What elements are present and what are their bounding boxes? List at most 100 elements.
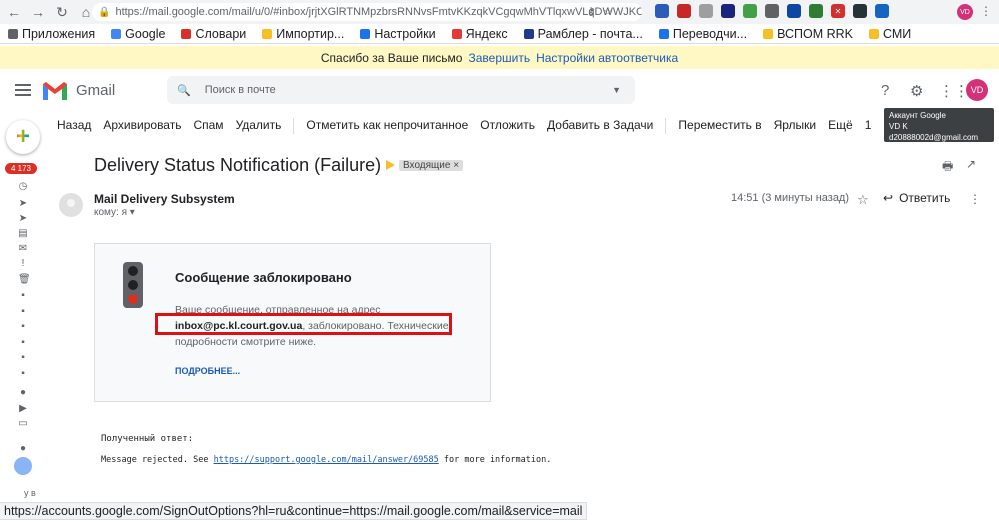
meet-video-icon[interactable]: ▶ xyxy=(18,404,28,414)
labels-button[interactable]: Ярлыки xyxy=(774,118,817,136)
bookmark-translator[interactable]: Переводчи... xyxy=(658,27,747,41)
keyboard-icon[interactable]: ▭ xyxy=(18,419,28,429)
label-icon[interactable]: ▪ xyxy=(18,291,28,301)
reply-label: Ответить xyxy=(899,191,951,205)
snoozed-icon[interactable]: ◷ xyxy=(18,182,28,192)
all-mail-icon[interactable]: ✉ xyxy=(18,244,28,254)
extension-check-icon[interactable] xyxy=(809,4,823,18)
account-tooltip: Аккаунт Google VD K d20888002d@gmail.com xyxy=(884,108,994,142)
mark-unread-button[interactable]: Отметить как непрочитанное xyxy=(306,118,468,136)
bookmark-import[interactable]: Импортир... xyxy=(262,27,344,41)
label-icon[interactable]: ▪ xyxy=(18,322,28,332)
drafts-icon[interactable]: ▤ xyxy=(18,229,28,239)
more-details-link[interactable]: ПОДРОБНЕЕ... xyxy=(175,366,240,376)
open-new-window-icon[interactable]: ↗ xyxy=(966,157,976,171)
bookmark-google[interactable]: Google xyxy=(111,27,165,41)
extension-uaa-icon[interactable] xyxy=(655,4,669,18)
contact-avatar[interactable] xyxy=(14,457,32,475)
back-icon[interactable]: ← xyxy=(4,2,24,22)
add-to-tasks-button[interactable]: Добавить в Задачи xyxy=(547,118,653,136)
extension-gear-icon[interactable] xyxy=(765,4,779,18)
bookmark-smi[interactable]: СМИ xyxy=(869,27,911,41)
more-button[interactable]: Ещё xyxy=(828,118,853,136)
search-icon[interactable]: 🔍 xyxy=(177,84,191,97)
reply-button[interactable]: ↩ Ответить xyxy=(883,191,950,205)
importance-marker-icon[interactable] xyxy=(386,160,395,170)
sender-name[interactable]: Mail Delivery Subsystem xyxy=(94,192,235,206)
bookmark-star-icon[interactable]: ☆ xyxy=(603,5,613,18)
card-title: Сообщение заблокировано xyxy=(175,270,352,285)
forward-icon[interactable]: → xyxy=(28,2,48,22)
label-icon[interactable]: ▪ xyxy=(18,338,28,348)
message-time: 14:51 (3 минуты назад) xyxy=(731,192,850,204)
archive-button[interactable]: Архивировать xyxy=(103,118,181,136)
settings-gear-icon[interactable]: ⚙ xyxy=(910,82,923,100)
folder-icon xyxy=(262,28,273,39)
trash-icon[interactable]: 🗑 xyxy=(18,275,31,285)
search-input[interactable]: 🔍 Поиск в почте ▼ xyxy=(167,76,635,104)
tooltip-title: Аккаунт Google xyxy=(889,111,946,120)
apps-icon[interactable]: ⋮⋮ xyxy=(939,82,969,100)
main-menu-icon[interactable] xyxy=(15,84,31,96)
extension-pad-icon[interactable] xyxy=(677,4,691,18)
banner-finish-link[interactable]: Завершить xyxy=(468,51,530,65)
help-icon[interactable]: ? xyxy=(881,82,889,99)
print-icon[interactable]: 🖶 xyxy=(942,157,953,178)
tooltip-name: VD K xyxy=(889,122,908,131)
bookmark-dictionaries[interactable]: Словари xyxy=(181,27,246,41)
chat-icon[interactable]: ● xyxy=(18,388,28,398)
address-bar[interactable]: 🔒 https://mail.google.com/mail/u/0/#inbo… xyxy=(92,3,642,21)
inbox-label: Входящие × xyxy=(386,158,464,172)
bookmark-vspom[interactable]: ВСПОМ RRK xyxy=(763,27,853,41)
response-suffix: for more information. xyxy=(438,455,552,465)
browser-profile-avatar[interactable]: VD xyxy=(957,4,973,20)
label-icon[interactable]: ▪ xyxy=(18,353,28,363)
browser-status-bar: https://accounts.google.com/SignOutOptio… xyxy=(0,502,588,520)
support-link[interactable]: https://support.google.com/mail/answer/6… xyxy=(214,455,439,465)
apps-grid-icon xyxy=(8,28,18,39)
snooze-button[interactable]: Отложить xyxy=(480,118,535,136)
banner-settings-link[interactable]: Настройки автоответчика xyxy=(536,51,678,65)
compose-button[interactable]: + xyxy=(6,120,40,154)
back-button[interactable]: Назад xyxy=(57,118,91,136)
plus-icon: + xyxy=(15,123,30,150)
important-icon[interactable]: ➤ xyxy=(18,199,28,209)
google-icon xyxy=(111,28,122,39)
unread-count-badge: 4 173 xyxy=(5,163,37,174)
search-options-icon[interactable]: ▼ xyxy=(612,85,621,95)
bookmark-settings[interactable]: Настройки xyxy=(360,27,436,41)
gmail-logo-icon[interactable] xyxy=(43,82,67,100)
extension-shield-icon[interactable] xyxy=(699,4,713,18)
delete-button[interactable]: Удалить xyxy=(236,118,282,136)
message-subject: Delivery Status Notification (Failure) xyxy=(94,155,382,175)
bookmarks-bar: Приложения Google Словари Импортир... На… xyxy=(0,24,999,44)
label-icon[interactable]: ▪ xyxy=(18,307,28,317)
recipient-details[interactable]: кому: я ▾ xyxy=(94,207,135,218)
label-icon[interactable]: ▪ xyxy=(18,369,28,379)
star-icon[interactable]: ☆ xyxy=(857,192,869,208)
sent-icon[interactable]: ➤ xyxy=(18,214,28,224)
inbox-label-chip[interactable]: Входящие × xyxy=(399,159,464,171)
reload-icon[interactable]: ↻ xyxy=(52,2,72,22)
bookmark-yandex[interactable]: Яндекс xyxy=(451,27,508,41)
move-to-button[interactable]: Переместить в xyxy=(678,118,761,136)
bookmark-apps[interactable]: Приложения xyxy=(8,27,95,41)
key-icon[interactable]: ⚷ xyxy=(587,5,595,18)
rambler-icon xyxy=(523,28,534,39)
more-options-icon[interactable]: ⋮ xyxy=(969,192,981,206)
extension-x-icon[interactable]: ✕ xyxy=(831,4,845,18)
extension-box-icon[interactable] xyxy=(721,4,735,18)
spam-button[interactable]: Спам xyxy=(193,118,223,136)
extension-arrow-icon[interactable] xyxy=(853,4,867,18)
spam-icon[interactable]: ! xyxy=(18,259,28,269)
extension-moon-icon[interactable] xyxy=(787,4,801,18)
bookmark-rambler[interactable]: Рамблер - почта... xyxy=(523,27,643,41)
settings-icon xyxy=(360,28,371,39)
hangouts-icon[interactable]: ● xyxy=(18,444,28,454)
extension-tree-icon[interactable] xyxy=(743,4,757,18)
extension-id-icon[interactable] xyxy=(875,4,889,18)
browser-menu-icon[interactable]: ⋮ xyxy=(980,4,992,18)
rail-label: у в xyxy=(24,488,36,498)
account-avatar[interactable]: VD xyxy=(966,79,988,101)
vacation-banner: Спасибо за Ваше письмо Завершить Настрой… xyxy=(0,46,999,69)
